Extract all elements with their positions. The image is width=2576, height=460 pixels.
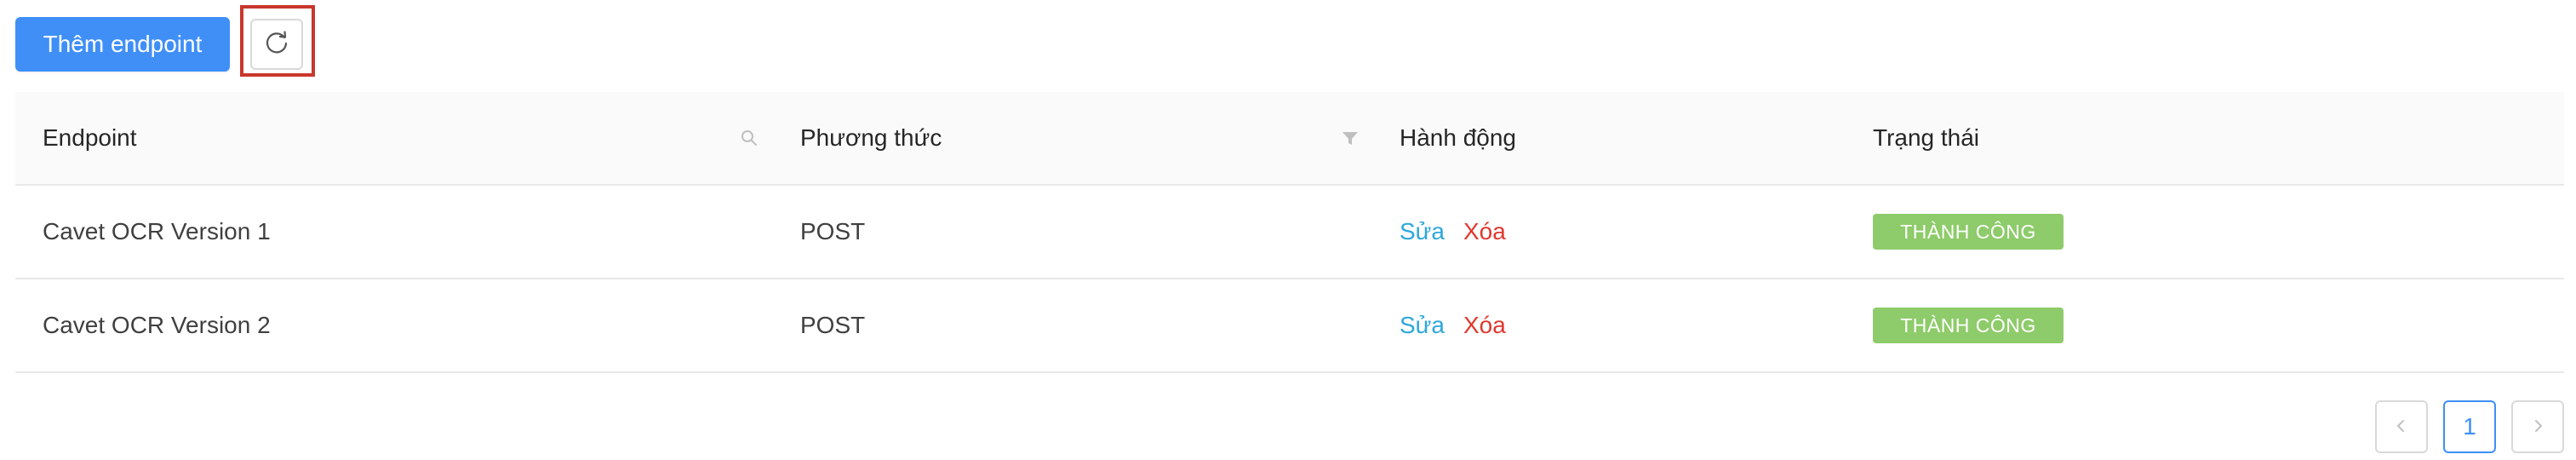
column-header-method: Phương thức bbox=[800, 124, 942, 151]
edit-link[interactable]: Sửa bbox=[1400, 312, 1445, 339]
method-value: POST bbox=[800, 312, 866, 338]
endpoint-name: Cavet OCR Version 2 bbox=[43, 312, 271, 338]
action-cell: Sửa Xóa bbox=[1400, 279, 1825, 371]
method-value: POST bbox=[800, 218, 866, 244]
endpoint-table: Endpoint Phương thức Hành động Trạng thá… bbox=[15, 92, 2564, 373]
column-header-action: Hành động bbox=[1400, 124, 1517, 151]
status-cell: THÀNH CÔNG bbox=[1873, 186, 2469, 278]
endpoint-name: Cavet OCR Version 1 bbox=[43, 218, 271, 244]
refresh-icon bbox=[264, 30, 289, 60]
pagination-prev-button[interactable] bbox=[2375, 400, 2428, 453]
column-header-endpoint: Endpoint bbox=[43, 124, 137, 151]
table-row: Cavet OCR Version 1 POST Sửa Xóa THÀNH C… bbox=[15, 186, 2564, 279]
table-header: Endpoint Phương thức Hành động Trạng thá… bbox=[15, 92, 2564, 186]
status-badge: THÀNH CÔNG bbox=[1873, 214, 2064, 250]
add-endpoint-button[interactable]: Thêm endpoint bbox=[15, 17, 230, 72]
toolbar: Thêm endpoint bbox=[15, 17, 230, 72]
delete-link[interactable]: Xóa bbox=[1463, 218, 1506, 245]
chevron-left-icon bbox=[2393, 413, 2410, 440]
pagination-page-button[interactable]: 1 bbox=[2443, 400, 2496, 453]
action-cell: Sửa Xóa bbox=[1400, 186, 1825, 278]
status-badge: THÀNH CÔNG bbox=[1873, 308, 2064, 343]
column-header-status: Trạng thái bbox=[1873, 124, 1980, 151]
table-row: Cavet OCR Version 2 POST Sửa Xóa THÀNH C… bbox=[15, 279, 2564, 373]
search-icon[interactable] bbox=[739, 92, 759, 184]
refresh-button[interactable] bbox=[250, 19, 303, 70]
chevron-right-icon bbox=[2529, 413, 2546, 440]
delete-link[interactable]: Xóa bbox=[1463, 312, 1506, 339]
filter-icon[interactable] bbox=[1340, 92, 1360, 184]
edit-link[interactable]: Sửa bbox=[1400, 218, 1445, 245]
status-cell: THÀNH CÔNG bbox=[1873, 279, 2469, 371]
pagination-next-button[interactable] bbox=[2511, 400, 2564, 453]
